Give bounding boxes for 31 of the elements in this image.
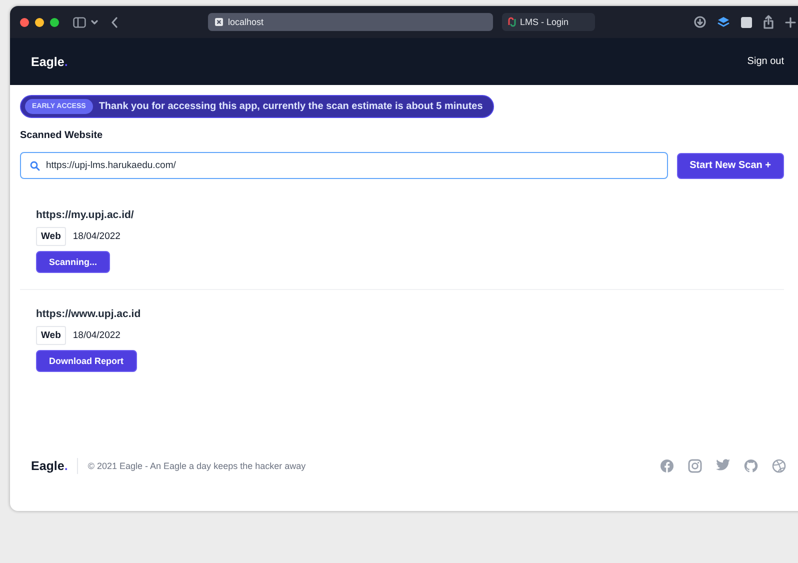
copyright-text: © 2021 Eagle - An Eagle a day keeps the hacker away: [88, 461, 306, 471]
download-icon[interactable]: [694, 16, 706, 28]
website-url: https://my.upj.ac.id/: [36, 209, 135, 221]
layers-icon[interactable]: [717, 16, 730, 28]
share-icon[interactable]: [763, 15, 774, 29]
chevron-down-icon[interactable]: [91, 20, 98, 24]
browser-tab[interactable]: LMS - Login: [502, 13, 595, 31]
minimize-window-icon[interactable]: [35, 18, 44, 26]
scan-action-button[interactable]: Download Report: [36, 350, 136, 372]
address-bar[interactable]: localhost: [208, 13, 493, 31]
type-tag: Web: [36, 227, 66, 246]
footer-logo: Eagle.: [31, 458, 78, 474]
tab-icon: [507, 17, 517, 27]
banner-message: Thank you for accessing this app, currently the scan estimate is about 5 minutes: [98, 101, 483, 112]
website-url: https://www.upj.ac.id: [36, 308, 142, 320]
section-title: Scanned Website: [20, 130, 104, 141]
zoom-window-icon[interactable]: [50, 18, 59, 26]
site-icon: [215, 18, 223, 26]
url-input-field[interactable]: https://upj-lms.harukaedu.com/: [20, 152, 668, 179]
extension-icon[interactable]: [741, 16, 752, 28]
close-window-icon[interactable]: [20, 18, 29, 26]
scan-action-button[interactable]: Scanning...: [36, 251, 110, 273]
start-new-scan-button[interactable]: Start New Scan +: [676, 152, 784, 178]
type-tag: Web: [36, 326, 66, 345]
sign-out-button[interactable]: Sign out: [747, 56, 784, 67]
logo[interactable]: Eagle.: [31, 54, 68, 68]
back-icon[interactable]: [111, 16, 118, 28]
new-tab-icon[interactable]: [785, 16, 796, 28]
scan-date: 18/04/2022: [72, 330, 120, 341]
sidebar-icon[interactable]: [73, 16, 86, 28]
scan-date: 18/04/2022: [72, 231, 120, 242]
